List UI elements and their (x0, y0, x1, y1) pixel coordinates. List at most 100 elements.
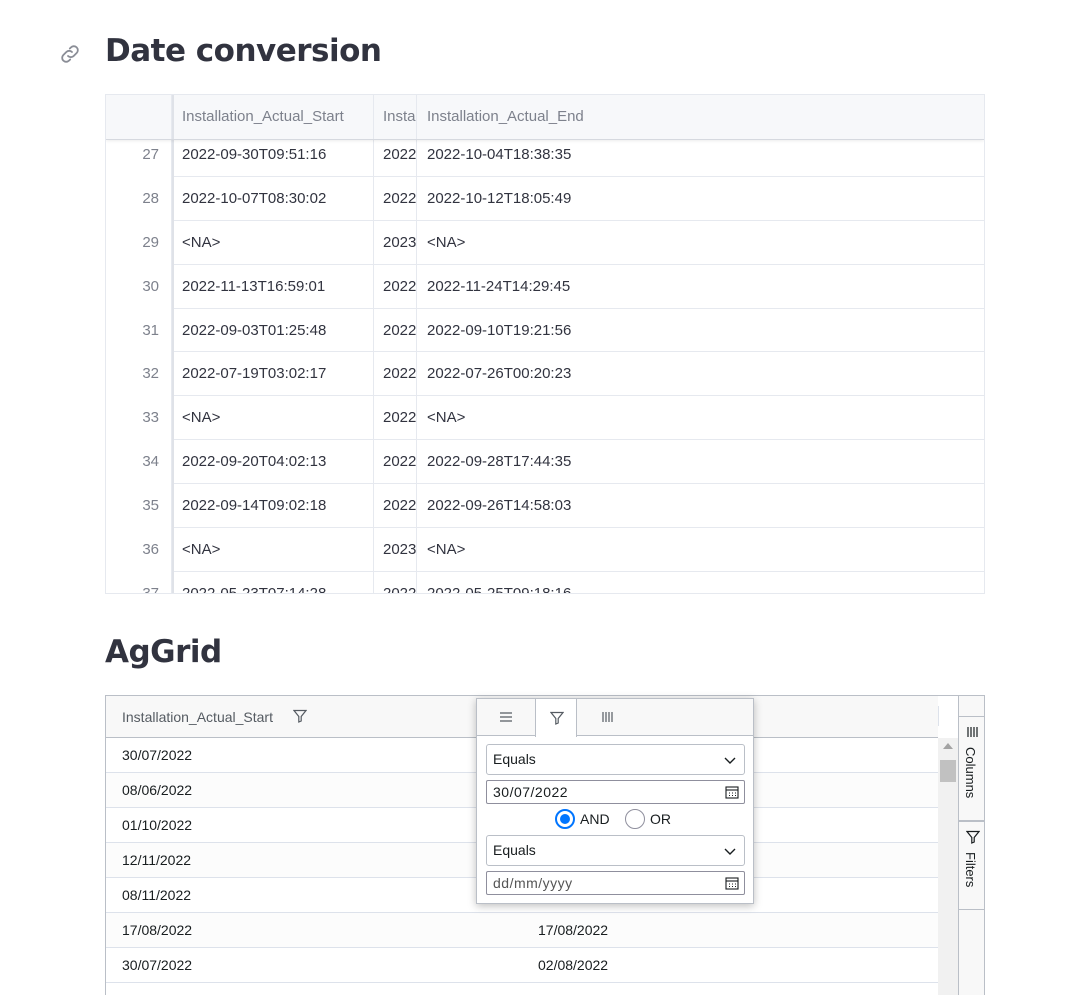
calendar-icon[interactable] (725, 876, 739, 890)
table-row[interactable]: 31 2022-09-03T01:25:48 2022 2022-09-10T19:2… (106, 308, 984, 353)
table-row[interactable]: 33 <NA> 2022 <NA> (106, 396, 984, 441)
radio-and-label: AND (580, 811, 610, 827)
cell-end[interactable]: 2022-05-25T09:18:16 (417, 572, 984, 593)
cell-partial[interactable]: 2022 (374, 264, 417, 309)
date-input[interactable]: 30/07/2022 (486, 780, 745, 804)
filter-icon (550, 711, 564, 725)
columns-icon (602, 712, 613, 722)
table-row[interactable]: 37 2022-05-23T07:14:28 2022 2022-05-25T09:1… (106, 571, 984, 593)
cell-partial[interactable]: 2022 (374, 571, 417, 593)
table-row[interactable]: 28 2022-10-07T08:30:02 2022 2022-10-12T18:0… (106, 176, 984, 221)
grid-cell[interactable]: 30/07/2022 (122, 738, 192, 773)
table-row[interactable]: 30 2022-11-13T16:59:01 2022 2022-11-24T14:2… (106, 264, 984, 309)
cell-end[interactable]: 2022-09-28T17:44:35 (417, 440, 984, 484)
grid-cell[interactable]: 12/11/2022 (122, 843, 191, 878)
table-row[interactable]: 35 2022-09-14T09:02:18 2022 2022-09-26T14:5… (106, 484, 984, 529)
grid-cell[interactable]: 08/06/2022 (122, 773, 192, 808)
cell-start[interactable]: 2022-09-20T04:02:13 (172, 440, 374, 485)
grid-cell[interactable]: 17/08/2022 (122, 913, 192, 948)
filter-icon (966, 830, 980, 844)
filter-icon[interactable] (293, 709, 307, 723)
condition-select[interactable]: Equals (486, 835, 745, 866)
tab-general-menu[interactable] (485, 699, 527, 736)
row-index[interactable]: 29 (106, 220, 172, 265)
grid-cell[interactable]: 17/08/2022 (538, 913, 608, 948)
columns-label: Columns (963, 747, 978, 799)
link-icon[interactable] (58, 42, 82, 66)
row-index[interactable]: 34 (106, 440, 172, 485)
condition-select[interactable]: Equals (486, 744, 745, 775)
row-index[interactable]: 31 (106, 308, 172, 353)
cell-partial[interactable]: 2022 (374, 352, 417, 397)
column-header[interactable]: Insta (374, 95, 417, 139)
cell-partial[interactable]: 2023 (374, 528, 417, 572)
cell-end[interactable]: 2022-09-26T14:58:03 (417, 484, 984, 528)
table-row[interactable]: 30/07/2022 02/08/2022 (106, 948, 938, 983)
table-row[interactable]: 34 2022-09-20T04:02:13 2022 2022-09-28T17:4… (106, 440, 984, 485)
column-header[interactable]: Installation_Actual_Start (172, 95, 374, 139)
cell-partial[interactable]: 2022 (374, 396, 417, 441)
cell-end[interactable]: 2022-07-26T00:20:23 (417, 352, 984, 396)
date-input[interactable]: dd/mm/yyyy (486, 871, 745, 895)
cell-partial[interactable]: 2022 (374, 308, 417, 353)
cell-start[interactable]: <NA> (172, 396, 374, 441)
cell-start[interactable]: 2022-07-19T03:02:17 (172, 352, 374, 397)
row-index[interactable]: 35 (106, 484, 172, 529)
cell-start[interactable]: 2022-09-03T01:25:48 (172, 308, 374, 353)
grid-cell[interactable]: 01/10/2022 (122, 808, 192, 843)
scroll-up-arrow[interactable] (943, 743, 953, 749)
table-row[interactable]: 17/08/2022 17/08/2022 (106, 913, 938, 948)
cell-partial[interactable]: 2022 (374, 440, 417, 485)
header-separator (938, 706, 939, 726)
column-header[interactable]: Installation_Actual_End (417, 95, 984, 139)
filters-label: Filters (963, 852, 978, 888)
row-index[interactable]: 28 (106, 176, 172, 221)
cell-end[interactable]: 2022-09-10T19:21:56 (417, 309, 984, 353)
dataframe[interactable]: Installation_Actual_Start Insta Installa… (105, 94, 985, 594)
section-title: Date conversion (105, 33, 382, 69)
cell-end[interactable]: <NA> (417, 396, 984, 440)
popup-tabs (477, 699, 753, 737)
cell-partial[interactable]: 2022 (374, 484, 417, 529)
cell-end[interactable]: 2022-10-12T18:05:49 (417, 177, 984, 221)
cell-start[interactable]: 2022-11-13T16:59:01 (172, 264, 374, 309)
vertical-scrollbar[interactable] (938, 738, 958, 995)
cell-start[interactable]: 2022-09-14T09:02:18 (172, 484, 374, 529)
chevron-down-icon (724, 848, 736, 855)
cell-end[interactable]: 2022-11-24T14:29:45 (417, 265, 984, 309)
cell-start[interactable]: 2022-05-23T07:14:28 (172, 571, 374, 593)
filters-side-button[interactable]: Filters (959, 821, 984, 910)
grid-cell[interactable]: 08/11/2022 (122, 878, 191, 913)
scrollbar-thumb[interactable] (940, 760, 956, 782)
tab-filter[interactable] (535, 699, 577, 737)
cell-start[interactable]: 2022-10-07T08:30:02 (172, 176, 374, 221)
cell-partial[interactable]: 2023 (374, 220, 417, 265)
chevron-down-icon (724, 757, 736, 764)
cell-end[interactable]: <NA> (417, 221, 984, 265)
cell-end[interactable]: <NA> (417, 528, 984, 572)
date-input-value: 30/07/2022 (493, 784, 569, 800)
grid-cell[interactable]: 02/08/2022 (538, 948, 608, 983)
row-index[interactable]: 32 (106, 352, 172, 397)
radio-dot (625, 809, 645, 829)
column-header[interactable]: Installation_Actual_Start (122, 696, 273, 738)
table-row[interactable]: 29 <NA> 2023 <NA> (106, 220, 984, 265)
columns-icon (967, 727, 978, 737)
cell-start[interactable]: <NA> (172, 220, 374, 265)
row-index[interactable]: 36 (106, 528, 172, 572)
row-index[interactable]: 30 (106, 264, 172, 309)
condition-select-value: Equals (493, 751, 536, 767)
row-index[interactable]: 33 (106, 396, 172, 441)
calendar-icon[interactable] (725, 785, 739, 799)
cell-start[interactable]: <NA> (172, 528, 374, 572)
row-index[interactable]: 37 (106, 571, 172, 593)
table-row[interactable]: 32 2022-07-19T03:02:17 2022 2022-07-26T00:2… (106, 352, 984, 397)
side-bar: Columns Filters (958, 696, 984, 995)
tab-columns[interactable] (587, 699, 629, 736)
section-title: AgGrid (105, 634, 222, 670)
index-header (106, 95, 172, 139)
columns-side-button[interactable]: Columns (959, 716, 984, 821)
table-row[interactable]: 36 <NA> 2023 <NA> (106, 528, 984, 572)
grid-cell[interactable]: 30/07/2022 (122, 948, 192, 983)
cell-partial[interactable]: 2022 (374, 176, 417, 221)
